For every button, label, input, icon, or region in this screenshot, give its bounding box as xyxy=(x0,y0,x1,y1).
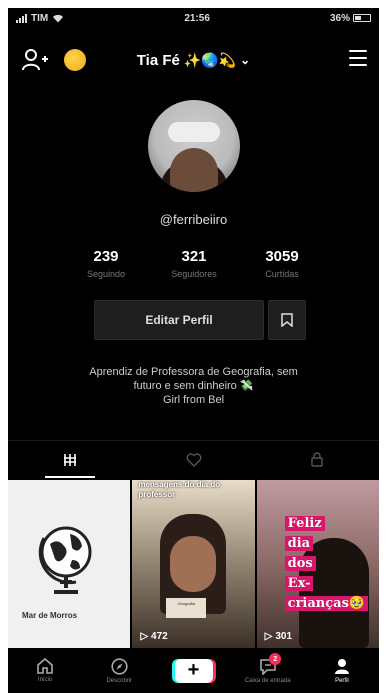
status-bar: TIM 21:56 36% xyxy=(8,8,379,28)
nav-home[interactable]: Início xyxy=(8,648,82,693)
bio-line: futuro e sem dinheiro 💸 xyxy=(133,380,254,392)
profile-icon xyxy=(334,658,349,674)
tab-liked[interactable] xyxy=(132,441,256,478)
stat-label: Seguidores xyxy=(171,269,217,279)
username: Tia Fé xyxy=(136,51,180,69)
bio-line: Aprendiz de Professora de Geografia, sem xyxy=(89,366,298,378)
lock-icon xyxy=(311,452,323,467)
liked-icon xyxy=(186,452,201,467)
play-icon: ▷ xyxy=(140,631,149,642)
avatar[interactable] xyxy=(148,100,240,192)
video-thumbnail[interactable]: mensagens do dia do professor Geografia … xyxy=(132,480,255,648)
stat-value: 3059 xyxy=(265,248,299,265)
nav-label: Perfil xyxy=(335,677,349,684)
stat-label: Seguindo xyxy=(86,269,126,279)
nav-inbox[interactable]: 2 Caixa de entrada xyxy=(231,648,305,693)
content-tabs xyxy=(8,440,379,478)
chevron-down-icon: ⌄ xyxy=(240,53,251,67)
overlay-line: Feliz xyxy=(284,516,325,531)
profile-handle: @ferribeiiro xyxy=(159,212,228,227)
signal-icon xyxy=(16,13,27,23)
nav-discover[interactable]: Descobrir xyxy=(82,648,156,693)
add-user-icon[interactable] xyxy=(22,48,48,72)
stat-followers[interactable]: 321 Seguidores xyxy=(154,248,234,279)
overlay-line: dos xyxy=(284,556,316,571)
nav-label: Início xyxy=(37,677,53,683)
video-thumbnail[interactable]: Feliz dia dos Ex- crianças🥹 ▷ 301 xyxy=(256,480,379,648)
stat-following[interactable]: 239 Seguindo xyxy=(66,248,146,279)
profile-header: Tia Fé ✨🌏💫 ⌄ xyxy=(8,38,379,82)
status-left: TIM xyxy=(16,13,64,24)
stat-label: Curtidas xyxy=(265,269,299,279)
overlay-line: crianças🥹 xyxy=(284,596,369,611)
battery-percent: 36% xyxy=(329,12,350,24)
battery-icon xyxy=(353,14,371,22)
view-count-value: 472 xyxy=(151,631,168,642)
overlay-line: Ex- xyxy=(284,576,314,591)
tiktok-profile-screen: TIM 21:56 36% Tia Fé ✨🌏💫 ⌄ @ferribeiiro xyxy=(8,8,379,693)
carrier-name: TIM xyxy=(31,12,49,24)
bookmark-button[interactable] xyxy=(268,300,306,340)
book: Geografia xyxy=(166,598,207,618)
wifi-icon xyxy=(53,14,64,22)
tab-private[interactable] xyxy=(255,441,379,478)
profile-bio: Aprendiz de Professora de Geografia, sem… xyxy=(48,365,339,407)
video-caption: mensagens do dia do professor xyxy=(138,480,221,499)
hamburger-icon[interactable] xyxy=(349,50,367,66)
battery-indicator: 36% xyxy=(330,13,371,24)
profile-stats: 239 Seguindo 321 Seguidores 3059 Curtida… xyxy=(8,248,379,288)
compass-icon xyxy=(111,657,128,675)
nav-profile[interactable]: Perfil xyxy=(305,648,379,693)
nav-label: Descobrir xyxy=(106,677,133,684)
play-icon: ▷ xyxy=(264,631,273,642)
video-overlay-text: Feliz dia dos Ex- crianças🥹 xyxy=(284,514,369,614)
video-title: Mar de Morros xyxy=(22,611,78,620)
video-grid: Mar de Morros mensagens do dia do profes… xyxy=(8,480,379,648)
nav-create[interactable]: + xyxy=(156,648,230,693)
bio-line: Girl from Bel xyxy=(162,394,225,406)
overlay-line: dia xyxy=(284,536,314,551)
globe-illustration xyxy=(38,526,92,594)
tab-videos[interactable] xyxy=(8,441,132,478)
bookmark-icon xyxy=(281,313,293,327)
clock: 21:56 xyxy=(184,12,210,24)
view-count-value: 301 xyxy=(275,631,293,642)
stat-likes[interactable]: 3059 Curtidas xyxy=(242,248,322,279)
view-count: ▷ 472 xyxy=(140,631,167,642)
coin-icon[interactable] xyxy=(64,49,86,71)
grid-icon xyxy=(63,453,76,466)
video-thumbnail[interactable]: Mar de Morros xyxy=(8,480,131,648)
plus-icon: + xyxy=(174,658,213,683)
account-switcher[interactable]: Tia Fé ✨🌏💫 ⌄ xyxy=(137,52,250,69)
inbox-badge: 2 xyxy=(269,653,282,665)
stat-value: 321 xyxy=(181,248,207,265)
username-emojis: ✨🌏💫 xyxy=(183,51,237,68)
edit-profile-button[interactable]: Editar Perfil xyxy=(94,300,264,340)
bottom-nav: Início Descobrir + 2 Caixa de entrada Pe… xyxy=(8,648,379,693)
view-count: ▷ 301 xyxy=(265,631,292,642)
nav-label: Caixa de entrada xyxy=(244,677,291,684)
stat-value: 239 xyxy=(93,248,119,265)
home-icon xyxy=(37,658,53,674)
